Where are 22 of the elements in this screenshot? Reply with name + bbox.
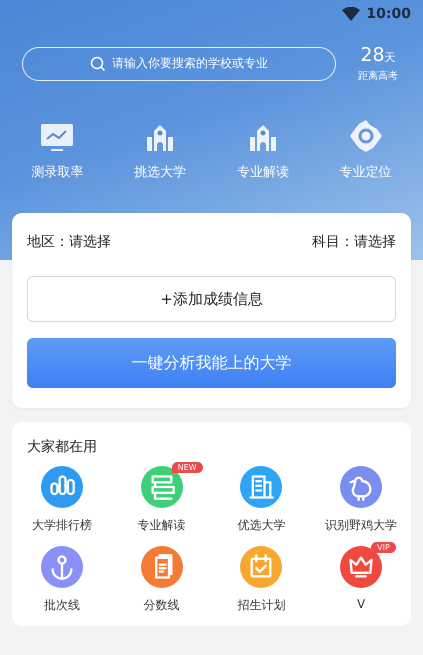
section-title: 大家都在用 [27,438,98,456]
tool-item[interactable]: 招生计划 [212,546,312,612]
tool-item[interactable]: 优选大学 [212,466,312,532]
tool-item[interactable]: 识别野鸡大学 [311,466,411,532]
school-icon [248,123,278,153]
search-icon [90,56,106,72]
badge: NEW [172,462,203,473]
school-icon [145,123,176,153]
countdown-caption: 距离高考 [358,70,398,83]
badge: VIP [371,542,396,553]
target-icon [348,119,383,153]
filter-select[interactable]: 科目：请选择 [312,233,396,251]
add-score-button[interactable]: +添加成绩信息 [27,276,396,322]
wifi-icon [342,7,360,21]
status-time: 10:00 [366,6,411,22]
tool-item[interactable]: 分数线 [112,546,212,612]
search-placeholder: 请输入你要搜索的学校或专业 [112,55,268,72]
chart-icon [40,123,74,153]
filter-select[interactable]: 地区：请选择 [27,233,111,251]
tool-item[interactable]: 批次线 [12,546,112,612]
tool-item[interactable]: 大学排行榜 [12,466,112,532]
countdown-days: 28天 [360,44,396,66]
